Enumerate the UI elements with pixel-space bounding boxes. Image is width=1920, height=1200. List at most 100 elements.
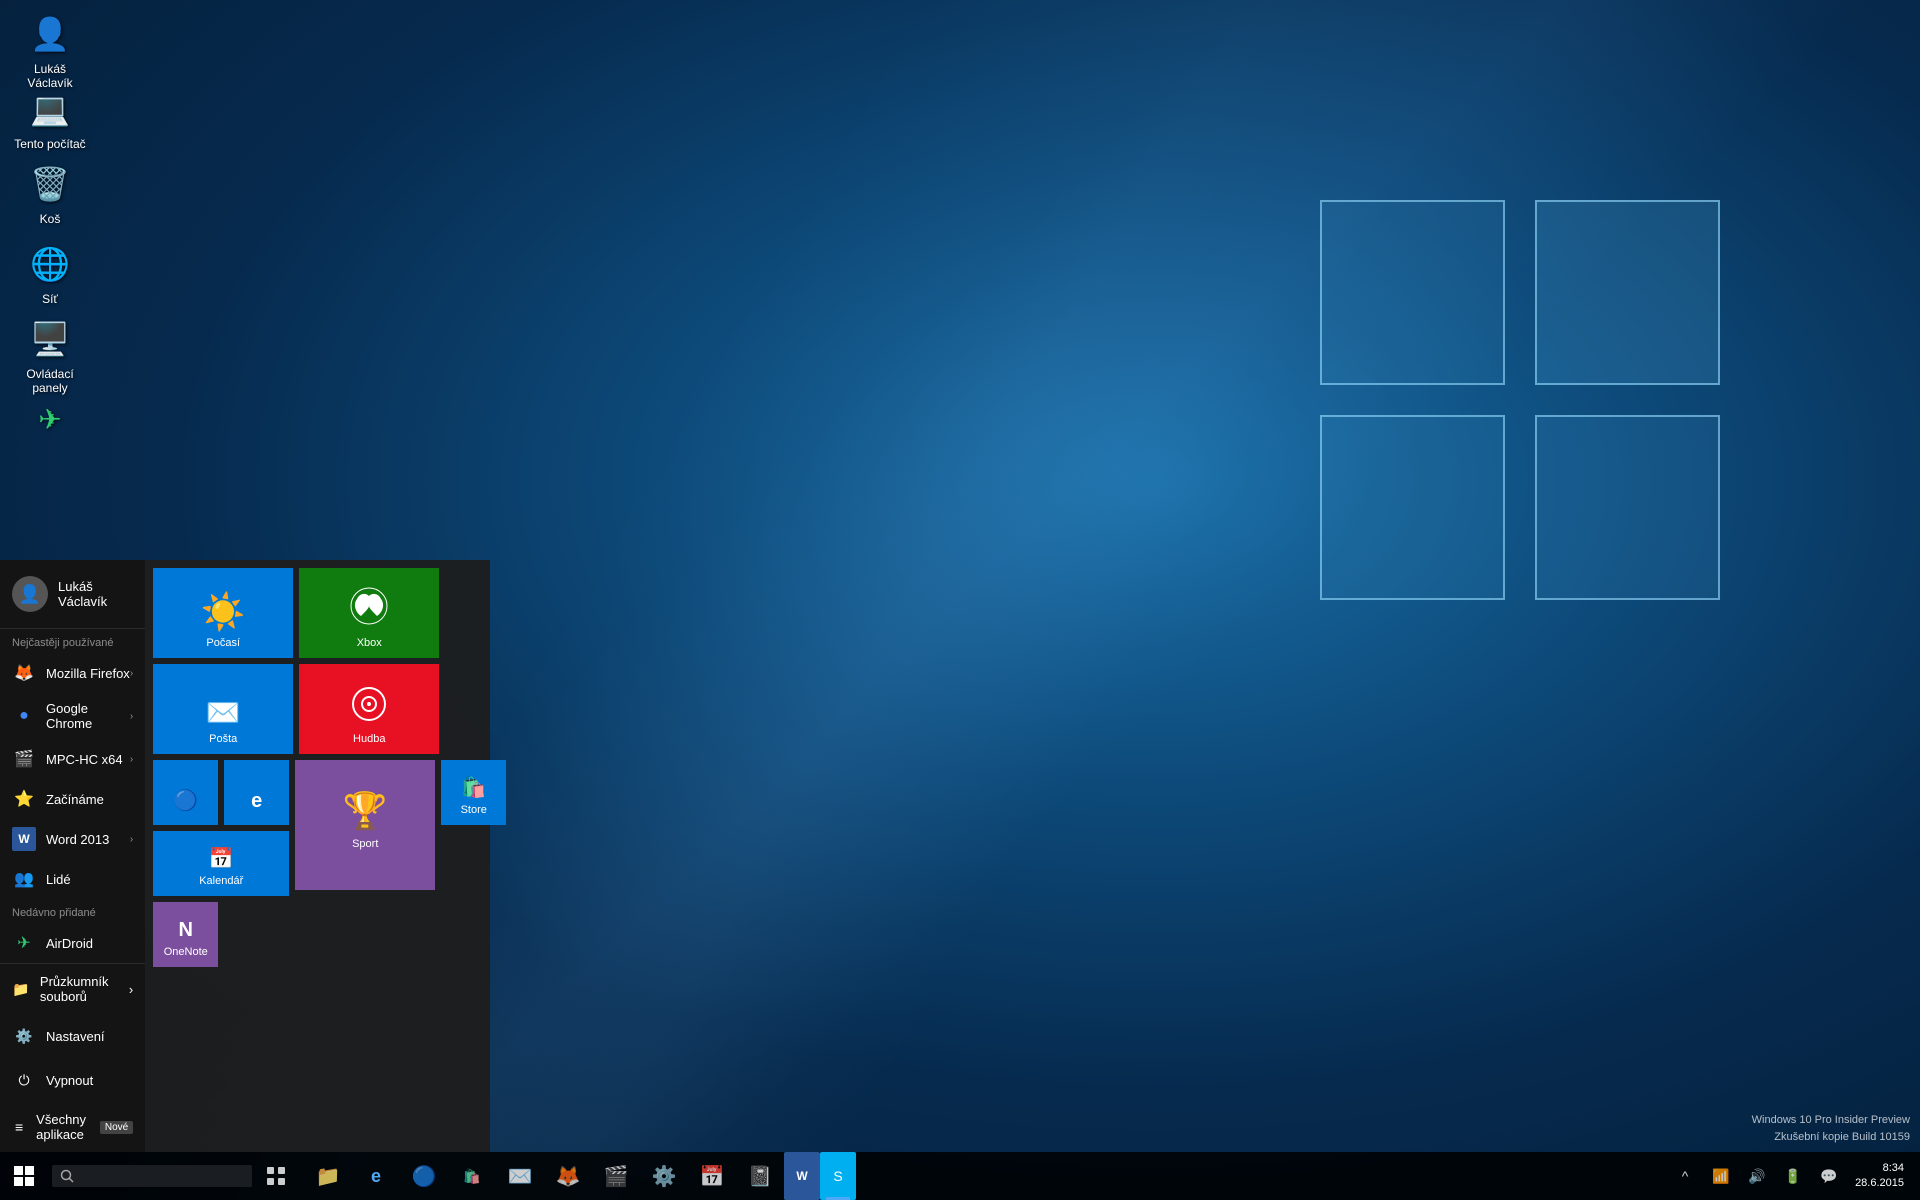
posta-label: Pošta	[209, 733, 237, 746]
start-item-word2013[interactable]: W Word 2013 ›	[0, 819, 145, 859]
lukas-icon: 👤	[26, 10, 74, 58]
edge-icon: e	[251, 790, 262, 813]
airdroid-desktop-icon: ✈	[26, 395, 74, 443]
tile-kalendar[interactable]: 📅 Kalendář	[153, 831, 289, 896]
start-left-panel: 👤 Lukáš Václavík Nejčastěji používané 🦊 …	[0, 560, 145, 1152]
mpc-label: MPC-HC x64	[46, 752, 130, 767]
kalendar-label: Kalendář	[199, 875, 243, 888]
desktop-icon-ovladaci-panely[interactable]: 🖥️ Ovládací panely	[10, 315, 90, 396]
trash-icon: 🗑️	[26, 160, 74, 208]
tray-battery[interactable]: 🔋	[1775, 1152, 1811, 1200]
control-panel-label: Ovládací panely	[10, 367, 90, 396]
taskbar-skype[interactable]: S	[820, 1152, 856, 1200]
start-bottom: 📁 Průzkumník souborů › ⚙️ Nastavení ⏻ Vy…	[0, 963, 145, 1152]
taskbar-clock[interactable]: 8:34 28.6.2015	[1847, 1161, 1912, 1192]
desktop-icon-sit[interactable]: 🌐 Síť	[10, 240, 90, 306]
win10-info: Windows 10 Pro Insider Preview Zkušební …	[1752, 1112, 1910, 1145]
xbox-label: Xbox	[357, 637, 382, 650]
nastaveni-icon: ⚙️	[12, 1024, 36, 1048]
win-pane-bl	[1320, 415, 1505, 600]
tile-sport[interactable]: 🏆 Sport	[295, 760, 435, 890]
tray-action-center[interactable]: 💬	[1811, 1152, 1847, 1200]
desktop-icon-kos[interactable]: 🗑️ Koš	[10, 160, 90, 226]
start-item-nastaveni[interactable]: ⚙️ Nastavení	[0, 1014, 145, 1058]
chrome-icon: ●	[12, 704, 36, 728]
start-item-vypnout[interactable]: ⏻ Vypnout	[0, 1058, 145, 1102]
taskbar-calendar[interactable]: 📅	[688, 1152, 736, 1200]
section-nejcasteji: Nejčastěji používané	[0, 629, 145, 653]
nastaveni-label: Nastavení	[46, 1029, 105, 1044]
win10-line1: Windows 10 Pro Insider Preview	[1752, 1112, 1910, 1129]
desktop-icon-airdroid[interactable]: ✈	[10, 395, 90, 447]
network-label: Síť	[10, 292, 90, 306]
tile-posta[interactable]: ✉️ Pošta	[153, 664, 293, 754]
airdroid-icon: ✈	[12, 931, 36, 955]
start-item-vsechny-aplikace[interactable]: ≡ Všechny aplikace Nové	[0, 1102, 145, 1152]
hudba-icon	[351, 686, 387, 729]
start-item-lide[interactable]: 👥 Lidé	[0, 859, 145, 899]
start-user[interactable]: 👤 Lukáš Václavík	[0, 560, 145, 629]
windows-logo	[1320, 200, 1720, 600]
computer-icon: 💻	[26, 85, 74, 133]
taskbar-edge[interactable]: e	[352, 1152, 400, 1200]
lide-label: Lidé	[46, 872, 133, 887]
taskbar-right: ^ 📶 🔊 🔋 💬 8:34 28.6.2015	[1667, 1152, 1920, 1200]
onenote-icon: N	[179, 919, 193, 942]
start-item-airdroid[interactable]: ✈ AirDroid	[0, 923, 145, 963]
tray-arrow[interactable]: ^	[1667, 1152, 1703, 1200]
desktop: 👤 Lukáš Václavík 💻 Tento počítač 🗑️ Koš …	[0, 0, 1920, 1200]
tiles-row-2: ✉️ Pošta Hudba	[153, 664, 506, 754]
trash-label: Koš	[10, 212, 90, 226]
tile-xbox[interactable]: Xbox	[299, 568, 439, 658]
tray-network[interactable]: 📶	[1703, 1152, 1739, 1200]
store-label: Store	[461, 804, 487, 817]
desktop-icon-lukas[interactable]: 👤 Lukáš Václavík	[10, 10, 90, 91]
start-item-firefox[interactable]: 🦊 Mozilla Firefox ›	[0, 653, 145, 693]
taskbar-file-explorer[interactable]: 📁	[304, 1152, 352, 1200]
tile-onenote[interactable]: N OneNote	[153, 902, 218, 967]
taskbar-mail[interactable]: ✉️	[496, 1152, 544, 1200]
taskbar-ie[interactable]: 🔵	[400, 1152, 448, 1200]
kalendar-icon: 📅	[209, 846, 234, 871]
task-view-button[interactable]	[252, 1152, 300, 1200]
start-item-zaciname[interactable]: ⭐ Začínáme	[0, 779, 145, 819]
taskbar-onenote[interactable]: 📓	[736, 1152, 784, 1200]
apps-badge: Nové	[100, 1121, 133, 1134]
taskbar-settings[interactable]: ⚙️	[640, 1152, 688, 1200]
zaciname-label: Začínáme	[46, 792, 133, 807]
control-panel-icon: 🖥️	[26, 315, 74, 363]
start-item-chrome[interactable]: ● Google Chrome ›	[0, 693, 145, 739]
tiles-small-row: 🔵 e	[153, 760, 289, 825]
taskbar-firefox[interactable]: 🦊	[544, 1152, 592, 1200]
hudba-label: Hudba	[353, 733, 385, 746]
mpc-icon: 🎬	[12, 747, 36, 771]
win-pane-br	[1535, 415, 1720, 600]
taskbar-search[interactable]	[52, 1165, 252, 1187]
apps-icon: ≡	[12, 1115, 26, 1139]
start-item-pruzkumnik[interactable]: 📁 Průzkumník souborů ›	[0, 964, 145, 1014]
win10-line2: Zkušební kopie Build 10159	[1752, 1129, 1910, 1146]
pruzkumnik-icon: 📁	[12, 977, 30, 1001]
taskbar-mpc[interactable]: 🎬	[592, 1152, 640, 1200]
tile-store[interactable]: 🛍️ Store	[441, 760, 506, 825]
desktop-icon-tento-pocitac[interactable]: 💻 Tento počítač	[10, 85, 90, 151]
taskbar: 📁 e 🔵 🛍️ ✉️ 🦊 🎬 ⚙️ 📅 📓 W S ^ 📶 🔊 🔋 💬 8	[0, 1152, 1920, 1200]
zaciname-icon: ⭐	[12, 787, 36, 811]
vypnout-label: Vypnout	[46, 1073, 93, 1088]
tile-ie[interactable]: 🔵	[153, 760, 218, 825]
start-item-mpc[interactable]: 🎬 MPC-HC x64 ›	[0, 739, 145, 779]
taskbar-store[interactable]: 🛍️	[448, 1152, 496, 1200]
pruzkumnik-arrow: ›	[129, 982, 133, 997]
tile-edge[interactable]: e	[224, 760, 289, 825]
tray-sound[interactable]: 🔊	[1739, 1152, 1775, 1200]
user-avatar: 👤	[12, 576, 48, 612]
lide-icon: 👥	[12, 867, 36, 891]
system-tray: ^ 📶 🔊 🔋 💬	[1667, 1152, 1847, 1200]
firefox-label: Mozilla Firefox	[46, 666, 130, 681]
chrome-arrow: ›	[130, 711, 133, 722]
taskbar-word[interactable]: W	[784, 1152, 820, 1200]
start-button[interactable]	[0, 1152, 48, 1200]
tile-hudba[interactable]: Hudba	[299, 664, 439, 754]
firefox-arrow: ›	[130, 668, 133, 679]
tile-pocasi[interactable]: ☀️ Počasí	[153, 568, 293, 658]
